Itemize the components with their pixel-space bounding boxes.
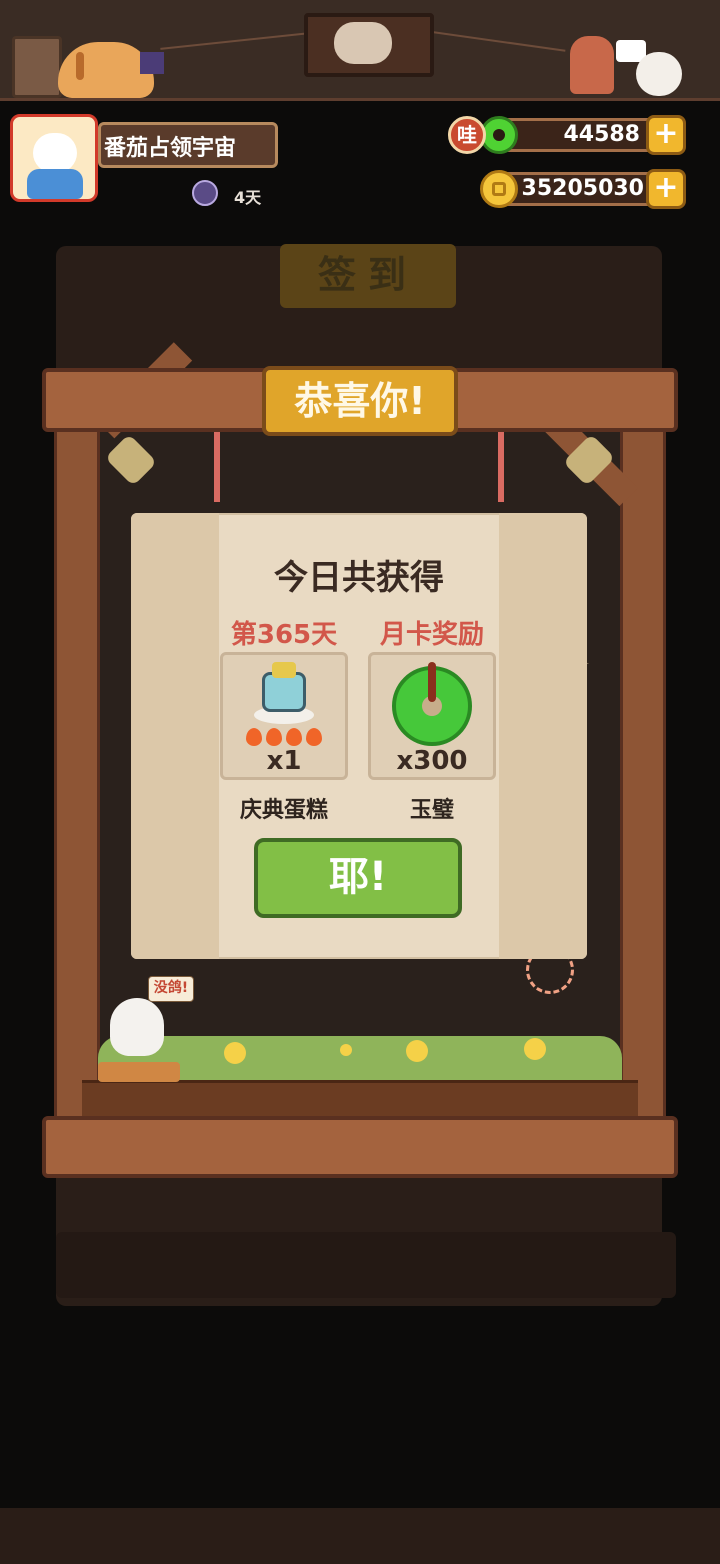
reward-label-monthly: 月卡奖励 — [379, 620, 484, 650]
streak-days: 4天 — [234, 188, 262, 207]
hanging-string-left — [214, 432, 220, 502]
signin-title: 签到 — [280, 244, 456, 308]
player-name: 番茄占领宇宙 — [104, 136, 237, 161]
flower-icon — [224, 1042, 246, 1064]
notice-board-icon[interactable] — [12, 36, 62, 98]
pigeon-mascot-icon — [110, 998, 164, 1056]
flame-icon — [286, 728, 302, 746]
girl-character-icon[interactable] — [570, 36, 614, 94]
reward-qty-jade: x300 — [396, 746, 468, 776]
congrats-banner: 恭喜你! — [262, 366, 458, 436]
white-cat-icon — [636, 52, 682, 96]
avatar-head — [33, 133, 77, 173]
pigeon-perch — [98, 1062, 180, 1082]
gate-bottom-beam — [42, 1116, 678, 1178]
jade-disc-cord — [428, 662, 436, 702]
cat-stripe — [76, 52, 84, 80]
jade-hole — [493, 129, 505, 141]
flower-icon — [524, 1038, 546, 1060]
bottom-bar — [0, 1508, 720, 1564]
avatar[interactable] — [10, 114, 98, 202]
reward-card-title: 今日共获得 — [274, 558, 444, 598]
cake-body — [262, 672, 306, 712]
portrait-cat-icon — [334, 22, 392, 64]
hanging-string-right — [498, 432, 504, 502]
reward-name-jade: 玉璧 — [409, 798, 454, 823]
avatar-body — [27, 169, 83, 199]
flame-icon — [246, 728, 262, 746]
jade-badge: 哇 — [448, 116, 486, 154]
flame-icon — [266, 728, 282, 746]
jade-amount: 44588 — [563, 122, 640, 147]
pigeon-speech-bubble: 没鸽! — [148, 976, 194, 1002]
signin-panel-base — [56, 1232, 676, 1298]
flag-icon — [140, 52, 164, 74]
add-jade-button[interactable]: + — [646, 115, 686, 155]
cake-topper — [272, 662, 296, 678]
reward-qty-cake: x1 — [266, 746, 302, 776]
top-divider — [0, 98, 720, 101]
gate-post-right — [620, 420, 666, 1120]
confirm-button[interactable]: 耶! — [254, 838, 462, 918]
gate-post-left — [54, 420, 100, 1120]
flower-icon — [406, 1040, 428, 1062]
streak-icon — [192, 180, 218, 206]
flame-icon — [306, 728, 322, 746]
reward-name-cake: 庆典蛋糕 — [239, 798, 328, 823]
coin-amount: 35205030 — [521, 176, 644, 201]
reward-label-day: 第365天 — [230, 620, 338, 650]
flower-icon — [340, 1044, 352, 1056]
add-coins-button[interactable]: + — [646, 169, 686, 209]
